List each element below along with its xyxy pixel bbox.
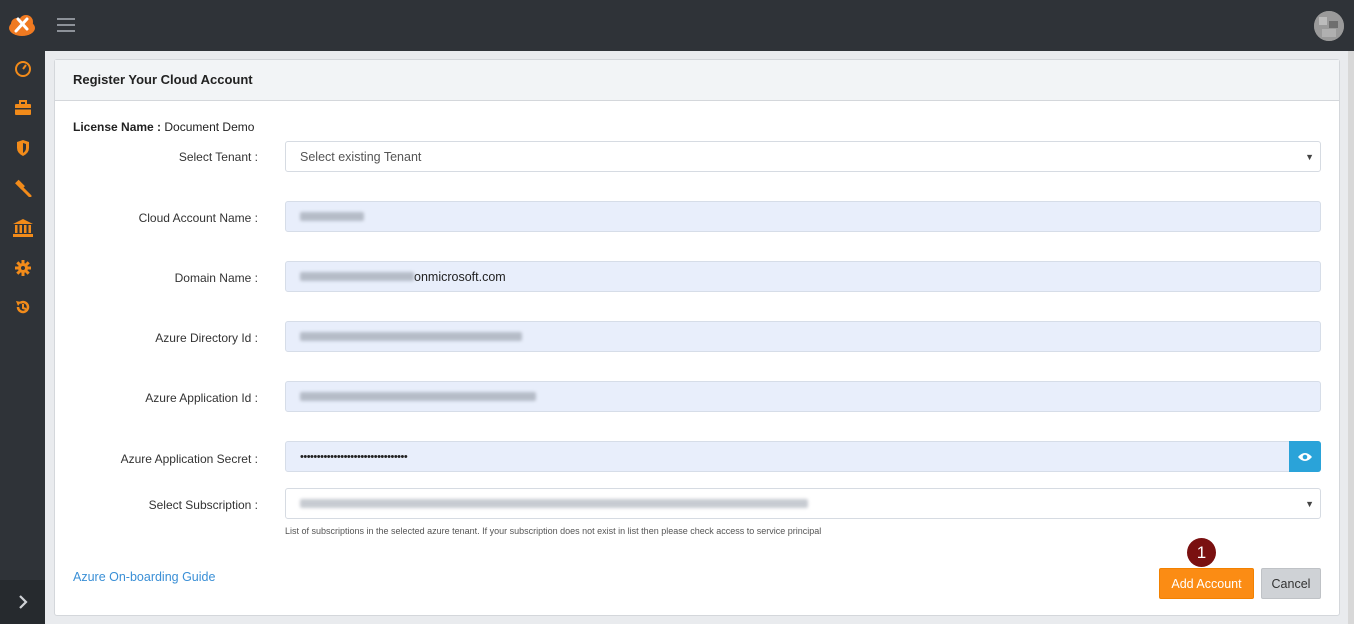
license-info: License Name : Document Demo bbox=[73, 120, 254, 134]
menu-icon[interactable] bbox=[57, 16, 77, 34]
hammer-icon[interactable] bbox=[12, 177, 34, 199]
azure-application-id-label: Azure Application Id : bbox=[145, 391, 258, 405]
app-logo[interactable] bbox=[7, 12, 37, 38]
redacted-value bbox=[300, 212, 364, 221]
domain-name-input[interactable]: onmicrosoft.com bbox=[285, 261, 1321, 292]
secret-value: •••••••••••••••••••••••••••••••• bbox=[300, 450, 408, 463]
step-annotation-badge: 1 bbox=[1187, 538, 1216, 567]
scrollbar[interactable] bbox=[1348, 51, 1354, 624]
azure-application-id-input[interactable] bbox=[285, 381, 1321, 412]
redacted-value bbox=[300, 332, 522, 341]
sidebar bbox=[0, 0, 45, 624]
page-title: Register Your Cloud Account bbox=[73, 72, 253, 87]
briefcase-icon[interactable] bbox=[12, 97, 34, 119]
tenant-select[interactable]: Select existing Tenant ▼ bbox=[285, 141, 1321, 172]
onboarding-guide-link[interactable]: Azure On-boarding Guide bbox=[73, 570, 215, 584]
subscription-label: Select Subscription : bbox=[148, 498, 258, 512]
cloud-account-name-label: Cloud Account Name : bbox=[138, 211, 258, 225]
azure-directory-id-input[interactable] bbox=[285, 321, 1321, 352]
add-account-button[interactable]: Add Account bbox=[1159, 568, 1254, 599]
shield-icon[interactable] bbox=[12, 137, 34, 159]
azure-application-secret-input[interactable]: •••••••••••••••••••••••••••••••• bbox=[285, 441, 1321, 472]
redacted-value bbox=[300, 272, 414, 281]
register-cloud-account-card: Register Your Cloud Account License Name… bbox=[54, 59, 1340, 616]
show-secret-button[interactable] bbox=[1289, 441, 1321, 472]
subscription-select[interactable]: ▼ bbox=[285, 488, 1321, 519]
sidebar-expand-button[interactable] bbox=[0, 580, 45, 624]
subscription-help-text: List of subscriptions in the selected az… bbox=[285, 526, 822, 536]
domain-suffix: onmicrosoft.com bbox=[414, 269, 506, 284]
history-icon[interactable] bbox=[12, 296, 34, 318]
card-header: Register Your Cloud Account bbox=[55, 60, 1339, 101]
top-bar bbox=[45, 0, 1354, 51]
azure-directory-id-label: Azure Directory Id : bbox=[155, 331, 258, 345]
chevron-right-icon bbox=[18, 595, 28, 609]
cancel-button[interactable]: Cancel bbox=[1261, 568, 1321, 599]
domain-name-label: Domain Name : bbox=[174, 271, 258, 285]
dashboard-icon[interactable] bbox=[12, 58, 34, 80]
eye-icon bbox=[1298, 452, 1312, 461]
avatar[interactable] bbox=[1314, 11, 1344, 41]
caret-down-icon: ▼ bbox=[1305, 499, 1314, 509]
tenant-label: Select Tenant : bbox=[178, 150, 258, 164]
redacted-value bbox=[300, 392, 536, 401]
cloud-account-name-input[interactable] bbox=[285, 201, 1321, 232]
gear-icon[interactable] bbox=[12, 257, 34, 279]
license-value: Document Demo bbox=[164, 120, 255, 134]
azure-application-secret-label: Azure Application Secret : bbox=[120, 452, 258, 466]
caret-down-icon: ▼ bbox=[1305, 152, 1314, 162]
tenant-placeholder: Select existing Tenant bbox=[300, 149, 422, 164]
license-label: License Name : bbox=[73, 120, 162, 134]
redacted-value bbox=[300, 499, 808, 508]
bank-icon[interactable] bbox=[12, 217, 34, 239]
